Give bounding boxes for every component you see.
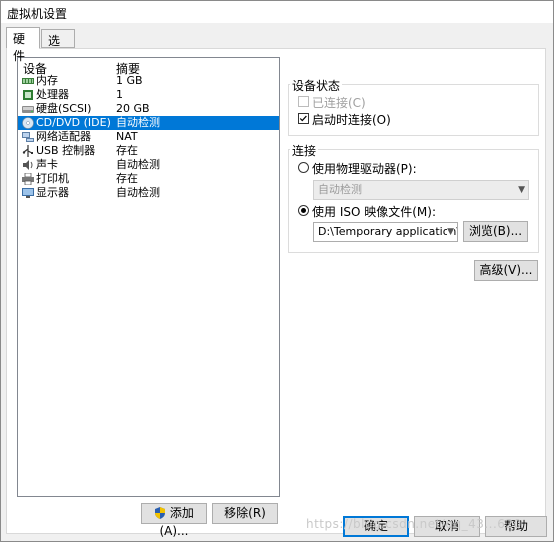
- connect-at-power-on-checkbox[interactable]: [298, 113, 309, 124]
- connected-label: 已连接(C): [312, 96, 366, 110]
- device-name: 打印机: [36, 172, 69, 185]
- radio-dot: [301, 208, 306, 213]
- device-name: USB 控制器: [36, 144, 96, 157]
- tab-options[interactable]: 选项: [41, 29, 75, 65]
- device-list-header: 设备 摘要: [18, 58, 279, 76]
- device-row-printer[interactable]: 打印机 存在: [18, 172, 279, 186]
- device-name: 声卡: [36, 158, 58, 171]
- advanced-button[interactable]: 高级(V)...: [474, 260, 538, 281]
- printer-icon: [22, 173, 34, 185]
- remove-device-label: 移除(R): [224, 506, 266, 520]
- device-name: 内存: [36, 74, 58, 87]
- iso-image-radio[interactable]: [298, 205, 309, 216]
- physical-drive-select[interactable]: 自动检测 ▼: [313, 180, 529, 200]
- add-device-button[interactable]: 添加(A)...: [141, 503, 207, 538]
- device-row-display[interactable]: 显示器 自动检测: [18, 186, 279, 200]
- device-row-sound-card[interactable]: 声卡 自动检测: [18, 158, 279, 172]
- physical-drive-label: 使用物理驱动器(P):: [312, 162, 417, 176]
- connect-at-power-on-label: 启动时连接(O): [312, 113, 391, 127]
- device-row-cd-dvd[interactable]: CD/DVD (IDE) 自动检测: [18, 116, 279, 130]
- device-row-memory[interactable]: 内存 1 GB: [18, 74, 279, 88]
- window-title: 虚拟机设置: [7, 7, 68, 21]
- device-summary: 自动检测: [116, 158, 160, 171]
- device-summary: 存在: [116, 144, 138, 157]
- remove-device-button[interactable]: 移除(R): [212, 503, 278, 524]
- device-row-harddisk[interactable]: 硬盘(SCSI) 20 GB: [18, 102, 279, 116]
- sound-card-icon: [23, 160, 33, 170]
- cd-dvd-icon: [22, 117, 34, 129]
- connection-title: 连接: [290, 142, 319, 159]
- harddisk-icon: [22, 106, 34, 113]
- device-list[interactable]: 设备 摘要 内存 1 GB 处理器 1 硬盘(SCSI) 20 GB CD/DV…: [17, 57, 280, 497]
- advanced-label: 高级(V)...: [479, 263, 533, 277]
- iso-path-value: D:\Temporary application\Cent: [318, 225, 457, 238]
- chevron-down-icon: ▼: [518, 185, 525, 195]
- device-summary: 存在: [116, 172, 138, 185]
- physical-drive-value: 自动检测: [318, 183, 362, 196]
- network-adapter-icon: [22, 132, 34, 142]
- device-summary: 20 GB: [116, 102, 150, 115]
- hardware-tab-panel: 设备 摘要 内存 1 GB 处理器 1 硬盘(SCSI) 20 GB CD/DV…: [6, 48, 546, 538]
- device-summary: 1: [116, 88, 123, 101]
- checkmark-icon: [299, 115, 307, 122]
- iso-path-combobox[interactable]: D:\Temporary application\Cent ▼: [313, 222, 458, 242]
- browse-label: 浏览(B)...: [468, 224, 523, 238]
- connected-checkbox[interactable]: [298, 96, 309, 107]
- iso-image-label: 使用 ISO 映像文件(M):: [312, 205, 436, 219]
- device-row-processor[interactable]: 处理器 1: [18, 88, 279, 102]
- processor-icon: [23, 90, 33, 100]
- device-name: 网络适配器: [36, 130, 91, 143]
- virtual-machine-settings-window: 虚拟机设置 硬件 选项 设备 摘要 内存 1 GB: [0, 0, 554, 542]
- device-row-network-adapter[interactable]: 网络适配器 NAT: [18, 130, 279, 144]
- dialog-client-area: 硬件 选项 设备 摘要 内存 1 GB 处理器 1: [1, 23, 553, 541]
- device-summary: 自动检测: [116, 186, 160, 199]
- device-summary: NAT: [116, 130, 138, 143]
- watermark-text: https://blog.csdn.net/qq_43...620: [306, 517, 522, 531]
- chevron-down-icon: ▼: [447, 223, 454, 241]
- shield-icon: [155, 507, 166, 519]
- device-row-usb-controller[interactable]: USB 控制器 存在: [18, 144, 279, 158]
- device-status-title: 设备状态: [290, 77, 343, 94]
- device-name: CD/DVD (IDE): [36, 116, 111, 129]
- memory-icon: [22, 78, 34, 84]
- device-name: 显示器: [36, 186, 69, 199]
- tab-hardware[interactable]: 硬件: [6, 27, 40, 63]
- device-name: 处理器: [36, 88, 69, 101]
- usb-icon: [22, 145, 33, 157]
- tab-hardware-label: 硬件: [13, 32, 26, 63]
- device-summary: 1 GB: [116, 74, 143, 87]
- physical-drive-radio[interactable]: [298, 162, 309, 173]
- device-name: 硬盘(SCSI): [36, 102, 92, 115]
- title-bar[interactable]: 虚拟机设置: [1, 1, 553, 23]
- display-icon: [22, 188, 34, 198]
- device-summary: 自动检测: [116, 116, 160, 129]
- browse-button[interactable]: 浏览(B)...: [463, 221, 528, 242]
